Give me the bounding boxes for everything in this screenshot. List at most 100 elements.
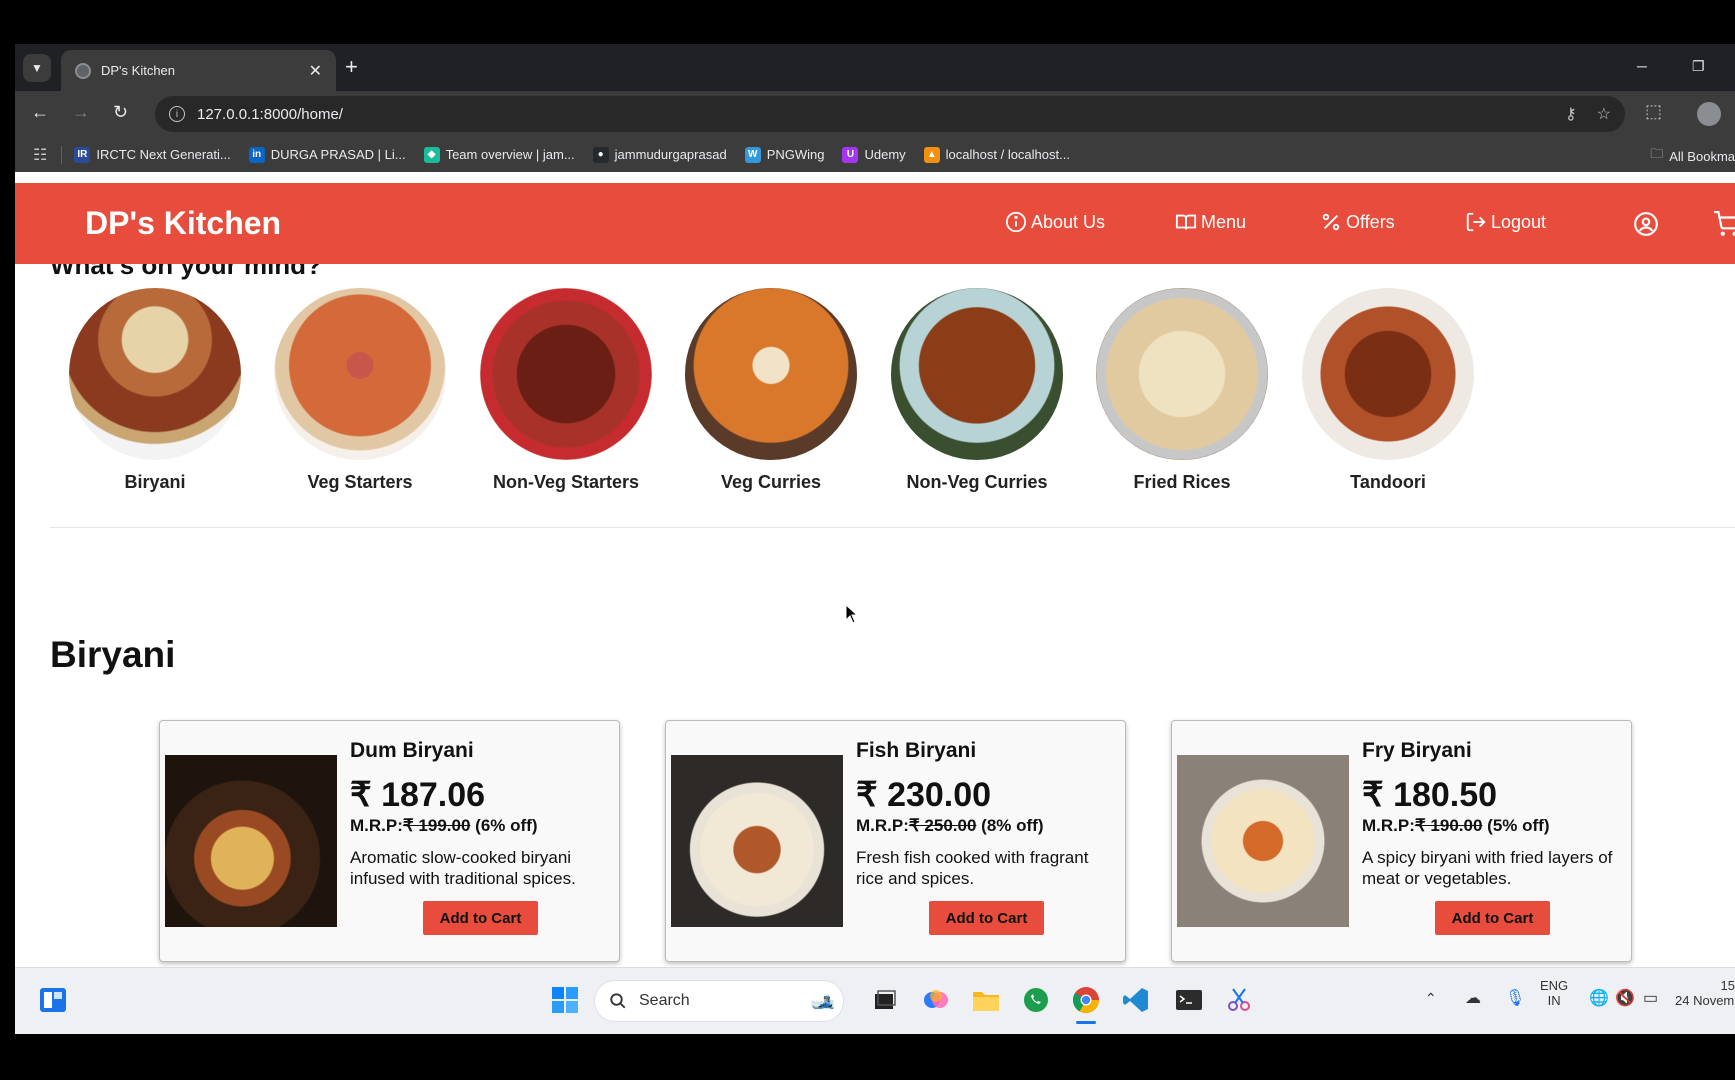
copilot-icon[interactable] — [918, 982, 954, 1018]
bookmark-star-icon[interactable]: ☆ — [1597, 104, 1611, 124]
chrome-icon[interactable] — [1068, 982, 1104, 1024]
vscode-icon[interactable] — [1118, 982, 1154, 1018]
category-image[interactable] — [1096, 288, 1268, 460]
site-info-icon[interactable]: i — [169, 106, 185, 122]
browser-window: ▼ DP's Kitchen ✕ + ─ ❐ ← → ↻ i 127.0.0.1… — [15, 44, 1735, 1034]
category-label[interactable]: Non-Veg Curries — [877, 472, 1077, 493]
category-label[interactable]: Veg Curries — [671, 472, 871, 493]
close-tab-icon[interactable]: ✕ — [309, 61, 322, 81]
category-image[interactable] — [891, 288, 1063, 460]
nav-logout-label: Logout — [1491, 211, 1547, 232]
bookmark-item[interactable]: U Udemy — [842, 146, 906, 163]
cart-icon[interactable] — [1713, 211, 1735, 242]
reload-icon[interactable]: ↻ — [113, 103, 128, 121]
back-icon[interactable]: ← — [31, 103, 49, 121]
nav-offers[interactable]: Offers — [1320, 211, 1395, 233]
bookmark-label: Team overview | jam... — [445, 147, 575, 162]
apps-grid-icon[interactable]: ☷ — [33, 145, 47, 165]
category-image[interactable] — [1302, 288, 1474, 460]
forward-icon[interactable]: → — [72, 103, 90, 121]
category-label[interactable]: Fried Rices — [1082, 472, 1282, 493]
file-explorer-icon[interactable] — [968, 982, 1004, 1018]
extensions-icon[interactable]: ⬚ — [1645, 101, 1662, 122]
tray-chevron-up-icon[interactable]: ⌃ — [1425, 990, 1437, 1007]
restore-icon[interactable]: ❐ — [1692, 58, 1705, 75]
password-key-icon[interactable]: ⚷ — [1565, 104, 1577, 124]
category-label[interactable]: Biryani — [55, 472, 255, 493]
onedrive-icon[interactable]: ☁ — [1465, 988, 1481, 1008]
diamond-icon: ◆ — [423, 146, 440, 163]
language-indicator[interactable]: ENG IN — [1540, 978, 1568, 1008]
tab-search-chevron-icon[interactable]: ▼ — [23, 54, 51, 82]
mrp-original-price: ₹ 199.00 — [402, 816, 471, 835]
widgets-icon[interactable] — [35, 982, 71, 1018]
whatsapp-icon[interactable] — [1018, 982, 1054, 1018]
new-tab-icon[interactable]: + — [345, 56, 358, 78]
product-image — [165, 755, 337, 927]
bookmark-item[interactable]: IR IRCTC Next Generati... — [74, 146, 231, 163]
tab-strip: ▼ DP's Kitchen ✕ + ─ ❐ — [15, 44, 1735, 91]
terminal-icon[interactable] — [1171, 982, 1207, 1018]
category-label[interactable]: Non-Veg Starters — [466, 472, 666, 493]
product-description: Fresh fish cooked with fragrant rice and… — [856, 848, 1089, 888]
percent-icon — [1322, 213, 1340, 231]
product-mrp: M.R.P:₹ 190.00 (5% off) — [1362, 816, 1550, 836]
bookmark-item[interactable]: ◆ Team overview | jam... — [423, 146, 575, 163]
bookmark-item[interactable]: in DURGA PRASAD | Li... — [248, 146, 406, 163]
bookmark-item[interactable]: W PNGWing — [744, 146, 824, 163]
category-image[interactable] — [480, 288, 652, 460]
user-profile-icon[interactable] — [1633, 211, 1659, 242]
nav-menu[interactable]: Menu — [1175, 211, 1246, 233]
bookmark-label: jammudurgaprasad — [614, 147, 727, 162]
address-bar[interactable]: i 127.0.0.1:8000/home/ ⚷ ☆ — [155, 96, 1625, 132]
mouse-cursor-icon — [845, 603, 859, 629]
category-item[interactable]: Veg Starters — [260, 288, 460, 493]
category-item[interactable]: Tandoori — [1288, 288, 1488, 493]
battery-icon[interactable]: ▭ — [1643, 988, 1658, 1008]
taskbar-search-box[interactable]: Search 🎿 — [595, 981, 843, 1021]
tab-title: DP's Kitchen — [101, 63, 176, 78]
category-label[interactable]: Veg Starters — [260, 472, 460, 493]
windows-start-icon[interactable] — [547, 982, 583, 1018]
info-icon — [1005, 211, 1027, 233]
tab-active[interactable]: DP's Kitchen ✕ — [61, 50, 336, 91]
add-to-cart-button[interactable]: Add to Cart — [1435, 901, 1550, 935]
phpmyadmin-icon: ▲ — [923, 146, 940, 163]
irctc-icon: IR — [74, 146, 91, 163]
category-item[interactable]: Non-Veg Starters — [466, 288, 666, 493]
category-image[interactable] — [685, 288, 857, 460]
category-item[interactable]: Biryani — [55, 288, 255, 493]
brand-logo[interactable]: DP's Kitchen — [85, 205, 281, 242]
discount-badge: (8% off) — [981, 816, 1044, 835]
category-item[interactable]: Fried Rices — [1082, 288, 1282, 493]
mrp-original-price: ₹ 250.00 — [908, 816, 977, 835]
minimize-icon[interactable]: ─ — [1637, 58, 1647, 74]
bookmark-item[interactable]: ● jammudurgaprasad — [592, 146, 727, 163]
category-image[interactable] — [69, 288, 241, 460]
nav-logout[interactable]: Logout — [1465, 211, 1546, 233]
category-item[interactable]: Veg Curries — [671, 288, 871, 493]
network-globe-icon[interactable]: 🌐 — [1589, 988, 1609, 1008]
task-view-icon[interactable] — [867, 982, 903, 1018]
microphone-icon[interactable]: 🎙 — [1505, 988, 1525, 1008]
profile-avatar-icon[interactable] — [1697, 102, 1721, 126]
lang-top: ENG — [1540, 978, 1569, 993]
product-card: Dum Biryani ₹ 187.06 M.R.P:₹ 199.00 (6% of… — [159, 720, 620, 962]
product-image — [1177, 755, 1349, 927]
category-item[interactable]: Non-Veg Curries — [877, 288, 1077, 493]
snipping-tool-icon[interactable] — [1221, 982, 1257, 1018]
section-divider — [50, 527, 1735, 528]
volume-muted-icon[interactable]: 🔇 — [1615, 988, 1635, 1008]
all-bookmarks-folder[interactable]: 🗀 All Bookma — [1650, 145, 1735, 167]
github-icon: ● — [592, 146, 609, 163]
nav-about-us[interactable]: About Us — [1005, 211, 1105, 233]
bookmark-item[interactable]: ▲ localhost / localhost... — [923, 146, 1070, 163]
add-to-cart-button[interactable]: Add to Cart — [929, 901, 1044, 935]
search-highlight-icon: 🎿 — [810, 990, 835, 1013]
add-to-cart-button[interactable]: Add to Cart — [423, 901, 538, 935]
category-label[interactable]: Tandoori — [1288, 472, 1488, 493]
udemy-icon: U — [842, 146, 859, 163]
clock[interactable]: 15 24 Novemb — [1675, 978, 1735, 1008]
product-mrp: M.R.P:₹ 250.00 (8% off) — [856, 816, 1044, 836]
category-image[interactable] — [274, 288, 446, 460]
